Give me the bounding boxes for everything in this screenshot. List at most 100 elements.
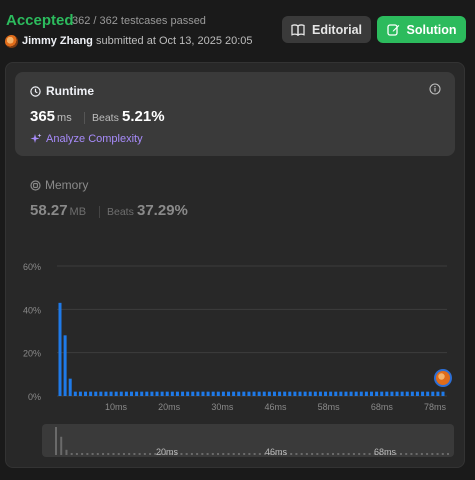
chart-bar xyxy=(68,378,72,396)
mini-bar xyxy=(420,453,423,455)
mini-bar xyxy=(363,453,366,455)
chart-bar xyxy=(359,391,363,396)
chart-bar xyxy=(431,391,435,396)
chart-bar xyxy=(380,391,384,396)
chart-bar xyxy=(415,391,419,396)
chart-bar xyxy=(201,391,205,396)
mini-bar xyxy=(211,453,214,455)
mini-bar xyxy=(180,453,183,455)
chart-bar xyxy=(278,391,282,396)
y-tick-label: 0% xyxy=(28,392,41,402)
mini-bar xyxy=(128,453,131,455)
chart-bar xyxy=(400,391,404,396)
chart-bar xyxy=(354,391,358,396)
mini-bar xyxy=(227,453,230,455)
mini-bar xyxy=(217,453,220,455)
x-tick-label: 78ms xyxy=(424,402,447,412)
chart-bar xyxy=(390,391,394,396)
mini-bar xyxy=(86,453,89,455)
mini-bar xyxy=(405,453,408,455)
x-tick-label: 68ms xyxy=(371,402,394,412)
y-tick-label: 40% xyxy=(23,305,41,315)
user-marker-avatar-face xyxy=(438,373,445,380)
mini-bar xyxy=(232,453,235,455)
chart-bar xyxy=(288,391,292,396)
mini-bar xyxy=(326,453,329,455)
mini-bar xyxy=(55,427,57,455)
chart-bar xyxy=(89,391,93,396)
mini-bar xyxy=(60,436,63,455)
chart-bar xyxy=(267,391,271,396)
mini-bar xyxy=(441,453,444,455)
chart-bar xyxy=(364,391,368,396)
mini-bar xyxy=(426,453,429,455)
chart-bar xyxy=(370,391,374,396)
chart-bar xyxy=(272,391,276,396)
chart-bar xyxy=(257,391,261,396)
chart-bar xyxy=(94,391,98,396)
chart-bar xyxy=(293,391,297,396)
chart-bar xyxy=(324,391,328,396)
chart-bar xyxy=(395,391,399,396)
y-tick-label: 20% xyxy=(23,349,41,359)
chart-bar xyxy=(206,391,210,396)
mini-bar xyxy=(75,453,78,455)
chart-bar xyxy=(262,391,266,396)
mini-bar xyxy=(311,453,314,455)
mini-bar xyxy=(431,453,434,455)
chart-bar xyxy=(344,391,348,396)
runtime-distribution-chart: 0% 20% 40% 60% 10ms 20ms 30ms 46ms 58ms 68ms 78ms 2… xyxy=(23,262,452,457)
mini-x-tick-label: 68ms xyxy=(374,447,397,457)
chart-bar xyxy=(155,391,159,396)
chart-bar xyxy=(426,391,430,396)
mini-bar xyxy=(237,453,240,455)
mini-bar xyxy=(117,453,120,455)
chart-bar xyxy=(221,391,225,396)
mini-bar xyxy=(190,453,193,455)
mini-bar xyxy=(133,453,136,455)
mini-bar xyxy=(248,453,251,455)
mini-bar xyxy=(352,453,355,455)
chart-bar xyxy=(375,391,379,396)
mini-bar xyxy=(410,453,413,455)
x-tick-label: 30ms xyxy=(211,402,234,412)
chart-bar xyxy=(247,391,251,396)
chart-bar xyxy=(242,391,246,396)
chart-bar xyxy=(405,391,409,396)
chart-bar xyxy=(175,391,179,396)
x-tick-label: 58ms xyxy=(318,402,341,412)
chart-bar xyxy=(160,391,164,396)
mini-bar xyxy=(342,453,345,455)
chart-bar xyxy=(298,391,302,396)
chart-bar xyxy=(119,391,123,396)
mini-bar xyxy=(222,453,225,455)
chart-bar xyxy=(410,391,414,396)
chart-bar xyxy=(124,391,128,396)
chart-bar xyxy=(334,391,338,396)
x-tick-label: 46ms xyxy=(264,402,287,412)
chart-bar xyxy=(227,391,231,396)
mini-bar xyxy=(112,453,115,455)
mini-bar xyxy=(102,453,105,455)
chart-bar xyxy=(339,391,343,396)
mini-x-tick-label: 46ms xyxy=(265,447,288,457)
mini-bar xyxy=(316,453,319,455)
chart-bar xyxy=(181,391,185,396)
chart-bar xyxy=(191,391,195,396)
chart-bar xyxy=(349,391,353,396)
mini-bar xyxy=(253,453,256,455)
chart-bar xyxy=(303,391,307,396)
x-tick-label: 20ms xyxy=(158,402,181,412)
mini-x-tick-label: 20ms xyxy=(156,447,179,457)
mini-bar xyxy=(321,453,324,455)
chart-bar xyxy=(73,391,77,396)
chart-bar xyxy=(252,391,256,396)
mini-bar xyxy=(185,453,188,455)
mini-bar xyxy=(399,453,402,455)
chart-bar xyxy=(170,391,174,396)
chart-bar xyxy=(237,391,241,396)
mini-bar xyxy=(196,453,199,455)
chart-bar xyxy=(114,391,118,396)
chart-bar xyxy=(135,391,139,396)
mini-bar xyxy=(300,453,303,455)
